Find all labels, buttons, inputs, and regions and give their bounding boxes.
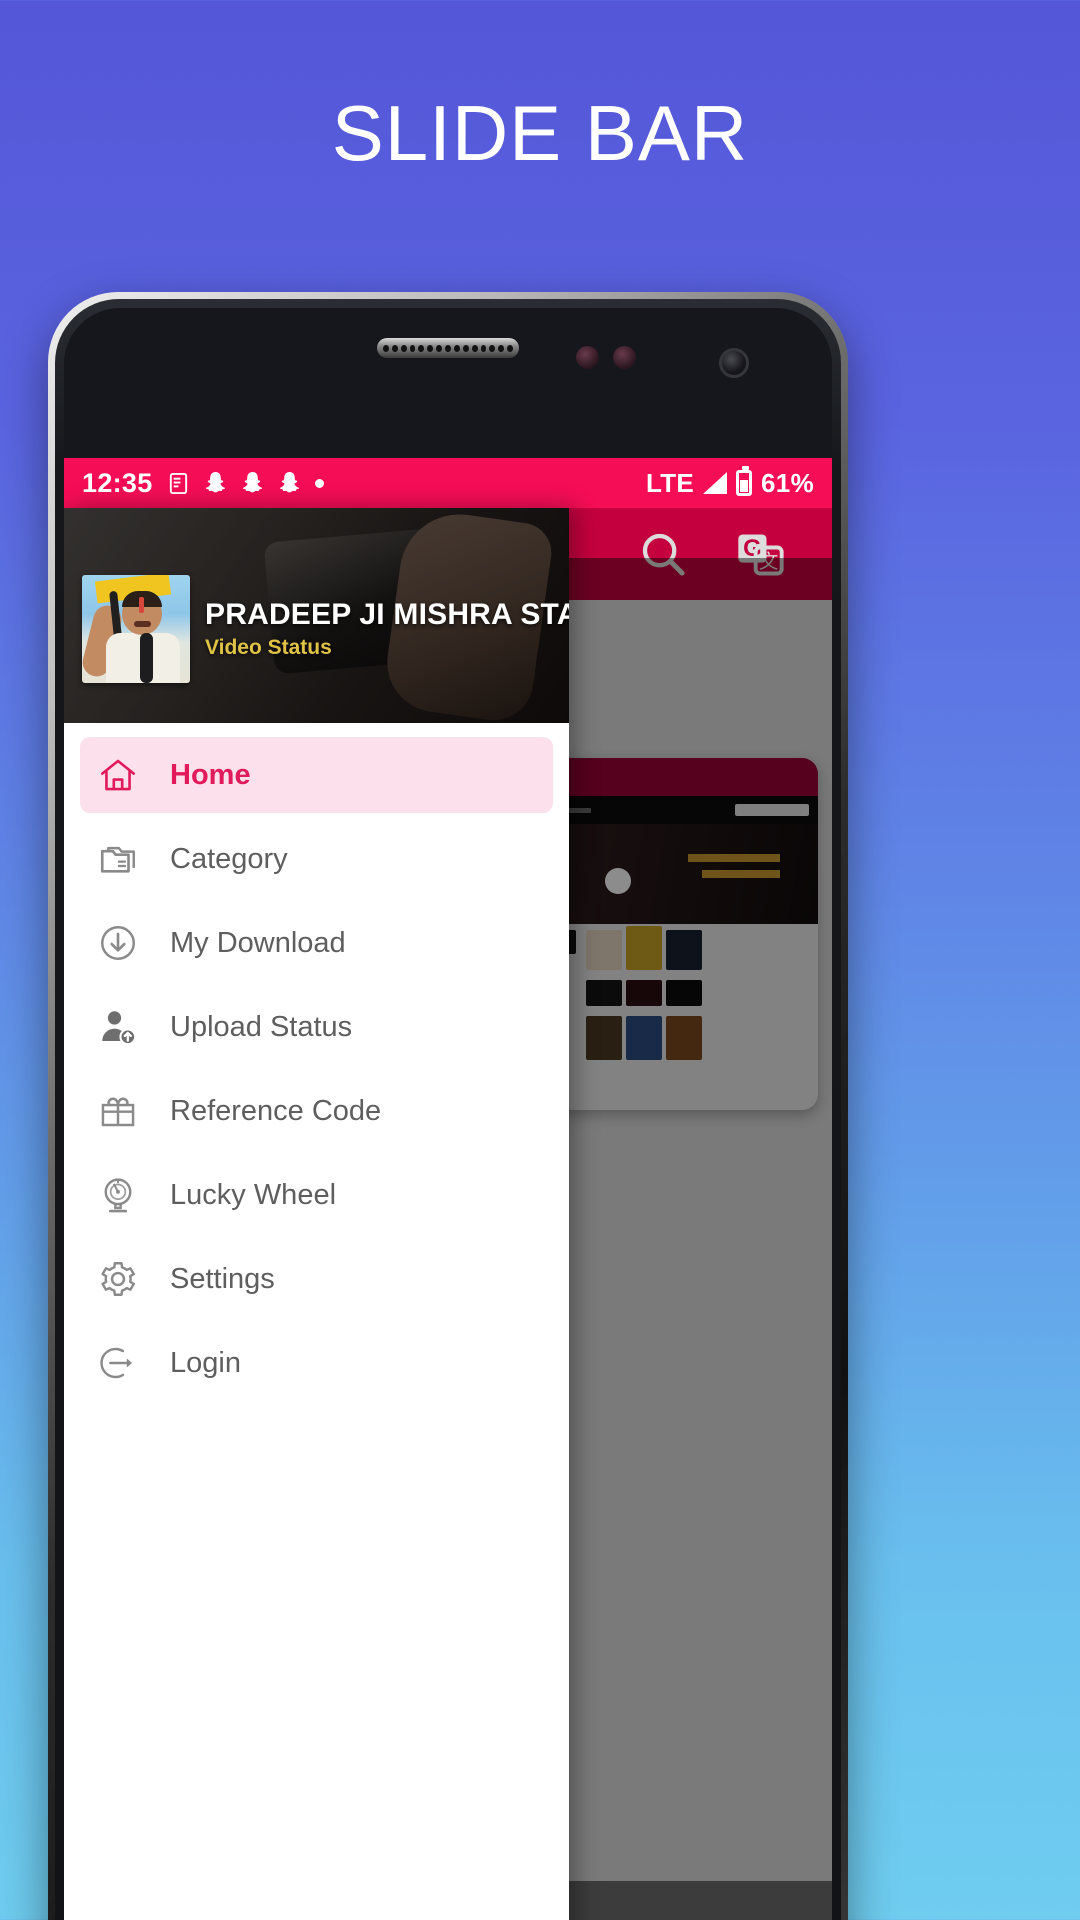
download-icon: [96, 921, 140, 965]
home-icon: [96, 753, 140, 797]
earpiece-speaker-icon: [377, 338, 519, 358]
logout-icon: [96, 1341, 140, 1385]
snapchat-ghost-icon: [242, 471, 262, 492]
drawer-header: PRADEEP JI MISHRA STATUS Video Status: [64, 508, 569, 723]
user-upload-icon: [96, 1005, 140, 1049]
status-bar-left: 12:35: [82, 468, 324, 499]
sidebar-item-upload-status[interactable]: Upload Status: [80, 989, 553, 1065]
drawer-title: PRADEEP JI MISHRA STATUS: [205, 598, 569, 631]
page-title: SLIDE BAR: [331, 89, 749, 177]
sidebar-item-label: Category: [170, 842, 288, 875]
sidebar-item-label: Reference Code: [170, 1094, 382, 1127]
sidebar-item-label: My Download: [170, 926, 346, 959]
phone-inner-frame: 12:35 LTE 61% G 文 PRADEEP JI MISHRA STA …: [55, 299, 841, 1920]
wheel-icon: [96, 1173, 140, 1217]
avatar: [82, 575, 190, 683]
sidebar-item-label: Lucky Wheel: [170, 1178, 337, 1211]
dot-icon: [314, 478, 324, 488]
phone-bezel: 12:35 LTE 61% G 文 PRADEEP JI MISHRA STA …: [64, 308, 832, 1920]
proximity-sensor-icon: [576, 346, 636, 369]
sidebar-item-my-download[interactable]: My Download: [80, 905, 553, 981]
gift-icon: [96, 1089, 140, 1133]
sidebar-item-label: Settings: [170, 1262, 275, 1295]
front-camera-icon: [719, 348, 749, 378]
sidebar-item-label: Home: [170, 758, 251, 791]
drawer-menu-list: Home Category My Download Upload Status …: [64, 723, 569, 1920]
phone-frame: 12:35 LTE 61% G 文 PRADEEP JI MISHRA STA …: [48, 292, 848, 1920]
document-icon: [169, 472, 187, 494]
phone-screen: 12:35 LTE 61% G 文 PRADEEP JI MISHRA STA …: [64, 458, 832, 1920]
sidebar-item-label: Login: [170, 1346, 241, 1379]
signal-icon: [703, 472, 728, 494]
sidebar-item-home[interactable]: Home: [80, 737, 553, 813]
sidebar-item-label: Upload Status: [170, 1010, 353, 1043]
sidebar-item-settings[interactable]: Settings: [80, 1241, 553, 1317]
sidebar-item-login[interactable]: Login: [80, 1325, 553, 1401]
battery-percent-label: 61%: [761, 467, 814, 498]
sidebar-item-reference-code[interactable]: Reference Code: [80, 1073, 553, 1149]
sidebar-item-lucky-wheel[interactable]: Lucky Wheel: [80, 1157, 553, 1233]
sidebar-item-category[interactable]: Category: [80, 821, 553, 897]
navigation-drawer: PRADEEP JI MISHRA STATUS Video Status Ho…: [64, 508, 569, 1920]
gear-icon: [96, 1257, 140, 1301]
snapchat-ghost-icon: [205, 471, 225, 492]
drawer-profile-texts: PRADEEP JI MISHRA STATUS Video Status: [205, 598, 569, 660]
network-type-label: LTE: [645, 467, 695, 498]
status-bar: 12:35 LTE 61%: [64, 458, 832, 508]
status-bar-time: 12:35: [82, 467, 153, 498]
folder-icon: [96, 837, 140, 881]
status-bar-right: LTE 61%: [645, 466, 814, 499]
drawer-subtitle: Video Status: [205, 636, 332, 659]
battery-icon: [736, 466, 753, 496]
drawer-profile-row: PRADEEP JI MISHRA STATUS Video Status: [82, 575, 569, 683]
snapchat-ghost-icon: [279, 471, 299, 492]
